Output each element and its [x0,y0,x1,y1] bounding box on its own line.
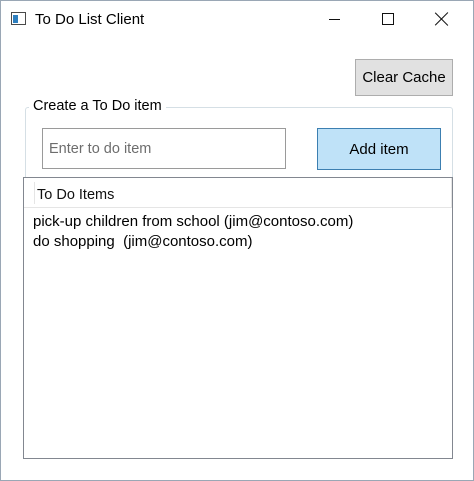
title-bar[interactable]: To Do List Client [1,1,473,37]
todo-items-list[interactable]: To Do Items pick-up children from school… [23,177,453,459]
list-rows: pick-up children from school (jim@contos… [33,212,353,252]
list-item[interactable]: do shopping (jim@contoso.com) [33,232,353,252]
todo-item-input[interactable] [42,128,286,169]
minimize-button[interactable] [311,1,357,37]
list-header: To Do Items [24,178,452,208]
add-item-button[interactable]: Add item [317,128,441,170]
list-item[interactable]: pick-up children from school (jim@contos… [33,212,353,232]
column-header-todo-items[interactable]: To Do Items [24,178,452,207]
close-button[interactable] [419,1,465,37]
window-title: To Do List Client [35,11,145,28]
close-icon [435,12,449,26]
minimize-icon [328,18,340,20]
app-window: To Do List Client Clear Cache Create a T… [0,0,474,481]
create-todo-group-label: Create a To Do item [29,98,166,114]
maximize-icon [382,13,394,25]
maximize-button[interactable] [365,1,411,37]
app-window-icon[interactable] [11,12,26,25]
clear-cache-button[interactable]: Clear Cache [355,59,453,96]
